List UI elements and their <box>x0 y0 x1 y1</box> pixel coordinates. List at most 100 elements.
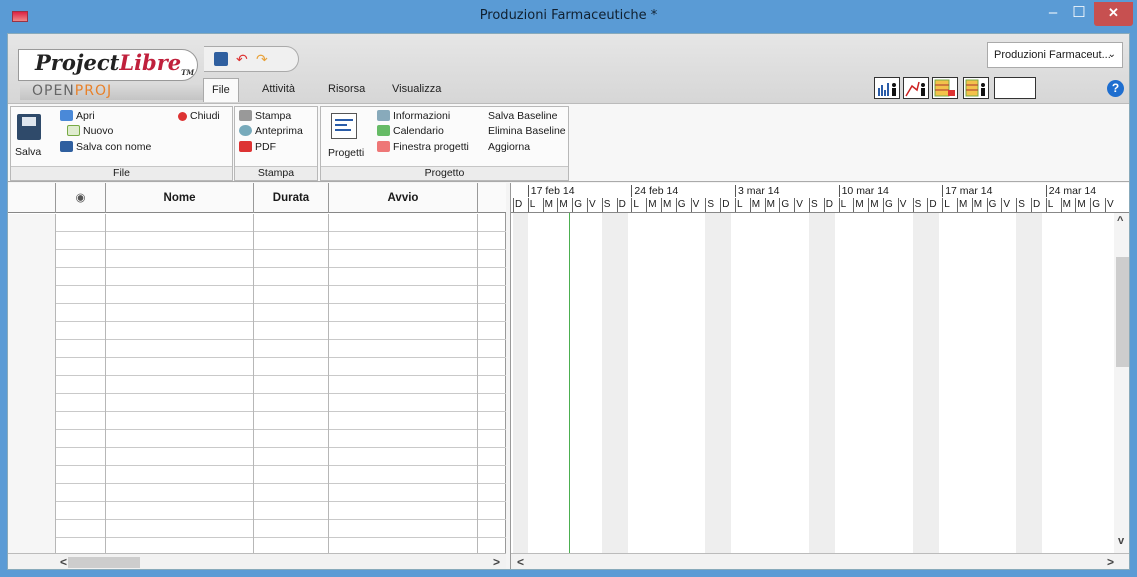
table-cell[interactable] <box>106 268 254 286</box>
table-cell[interactable] <box>8 466 56 484</box>
table-cell[interactable] <box>329 304 478 322</box>
table-cell[interactable] <box>8 412 56 430</box>
table-row[interactable] <box>8 250 506 268</box>
gantt-horizontal-scrollbar[interactable]: < > <box>511 553 1129 569</box>
table-cell[interactable] <box>329 520 478 538</box>
table-cell[interactable] <box>329 232 478 250</box>
table-cell[interactable] <box>254 322 329 340</box>
table-row[interactable] <box>8 358 506 376</box>
table-cell[interactable] <box>56 430 106 448</box>
table-cell[interactable] <box>56 340 106 358</box>
duration-column-header[interactable]: Durata <box>254 183 329 213</box>
table-cell[interactable] <box>56 232 106 250</box>
table-cell[interactable] <box>106 322 254 340</box>
table-cell[interactable] <box>106 250 254 268</box>
table-cell[interactable] <box>254 466 329 484</box>
table-cell[interactable] <box>8 376 56 394</box>
table-row[interactable] <box>8 286 506 304</box>
table-cell[interactable] <box>56 376 106 394</box>
table-cell[interactable] <box>106 520 254 538</box>
table-cell[interactable] <box>254 484 329 502</box>
preview-button[interactable]: Anteprima <box>239 124 303 139</box>
tab-file[interactable]: File <box>203 78 239 102</box>
project-window-button[interactable]: Finestra progetti <box>377 140 469 155</box>
project-select[interactable]: Produzioni Farmaceut... ⌄ <box>987 42 1123 68</box>
table-cell[interactable] <box>329 430 478 448</box>
table-cell[interactable] <box>106 466 254 484</box>
table-row[interactable] <box>8 340 506 358</box>
scroll-right-icon[interactable]: > <box>493 555 500 569</box>
table-cell[interactable] <box>106 358 254 376</box>
resource-usage-icon[interactable] <box>903 77 929 99</box>
table-cell[interactable] <box>106 412 254 430</box>
table-cell[interactable] <box>8 304 56 322</box>
table-cell[interactable] <box>106 502 254 520</box>
table-cell[interactable] <box>56 214 106 232</box>
table-cell[interactable] <box>329 376 478 394</box>
table-cell[interactable] <box>106 484 254 502</box>
table-cell[interactable] <box>254 340 329 358</box>
table-cell[interactable] <box>56 358 106 376</box>
scroll-right-icon[interactable]: > <box>1107 555 1114 569</box>
table-cell[interactable] <box>329 448 478 466</box>
table-cell[interactable] <box>106 376 254 394</box>
table-cell[interactable] <box>329 484 478 502</box>
gantt-vertical-scrollbar[interactable]: ^ v <box>1114 213 1129 553</box>
table-cell[interactable] <box>8 268 56 286</box>
table-cell[interactable] <box>8 322 56 340</box>
table-cell[interactable] <box>8 250 56 268</box>
table-cell[interactable] <box>106 430 254 448</box>
table-cell[interactable] <box>56 484 106 502</box>
tab-attivita[interactable]: Attività <box>262 78 295 102</box>
table-cell[interactable] <box>106 340 254 358</box>
table-cell[interactable] <box>329 286 478 304</box>
table-cell[interactable] <box>8 358 56 376</box>
table-cell[interactable] <box>254 232 329 250</box>
scroll-left-icon[interactable]: < <box>60 555 67 569</box>
table-row[interactable] <box>8 394 506 412</box>
scroll-thumb[interactable] <box>68 557 140 568</box>
table-cell[interactable] <box>8 232 56 250</box>
scroll-thumb[interactable] <box>1116 257 1129 367</box>
table-cell[interactable] <box>56 412 106 430</box>
table-cell[interactable] <box>106 232 254 250</box>
scroll-up-icon[interactable]: ^ <box>1117 215 1123 227</box>
calendar-button[interactable]: Calendario <box>377 124 444 139</box>
table-row[interactable] <box>8 502 506 520</box>
save-baseline-button[interactable]: Salva Baseline <box>488 109 557 124</box>
table-row[interactable] <box>8 448 506 466</box>
print-button[interactable]: Stampa <box>239 109 291 124</box>
table-cell[interactable] <box>56 304 106 322</box>
table-cell[interactable] <box>106 286 254 304</box>
table-cell[interactable] <box>106 214 254 232</box>
table-cell[interactable] <box>56 394 106 412</box>
table-row[interactable] <box>8 232 506 250</box>
table-cell[interactable] <box>254 502 329 520</box>
table-cell[interactable] <box>8 430 56 448</box>
name-column-header[interactable]: Nome <box>106 183 254 213</box>
update-button[interactable]: Aggiorna <box>488 140 530 155</box>
open-button[interactable]: Apri <box>60 109 95 124</box>
table-row[interactable] <box>8 214 506 232</box>
save-icon[interactable] <box>214 52 228 66</box>
table-cell[interactable] <box>329 268 478 286</box>
delete-baseline-button[interactable]: Elimina Baseline <box>488 124 566 139</box>
table-cell[interactable] <box>56 268 106 286</box>
tab-visualizza[interactable]: Visualizza <box>392 78 441 102</box>
table-cell[interactable] <box>254 214 329 232</box>
table-cell[interactable] <box>8 286 56 304</box>
table-cell[interactable] <box>329 322 478 340</box>
task-usage-icon[interactable] <box>932 77 958 99</box>
close-button[interactable]: ✕ <box>1094 2 1133 26</box>
table-cell[interactable] <box>329 250 478 268</box>
table-cell[interactable] <box>56 250 106 268</box>
table-cell[interactable] <box>329 466 478 484</box>
redo-icon[interactable]: ↷ <box>256 52 270 66</box>
undo-icon[interactable]: ↶ <box>236 52 250 66</box>
table-cell[interactable] <box>56 520 106 538</box>
table-cell[interactable] <box>254 430 329 448</box>
table-cell[interactable] <box>56 322 106 340</box>
table-cell[interactable] <box>8 448 56 466</box>
table-cell[interactable] <box>8 484 56 502</box>
new-button[interactable]: Nuovo <box>67 124 113 139</box>
